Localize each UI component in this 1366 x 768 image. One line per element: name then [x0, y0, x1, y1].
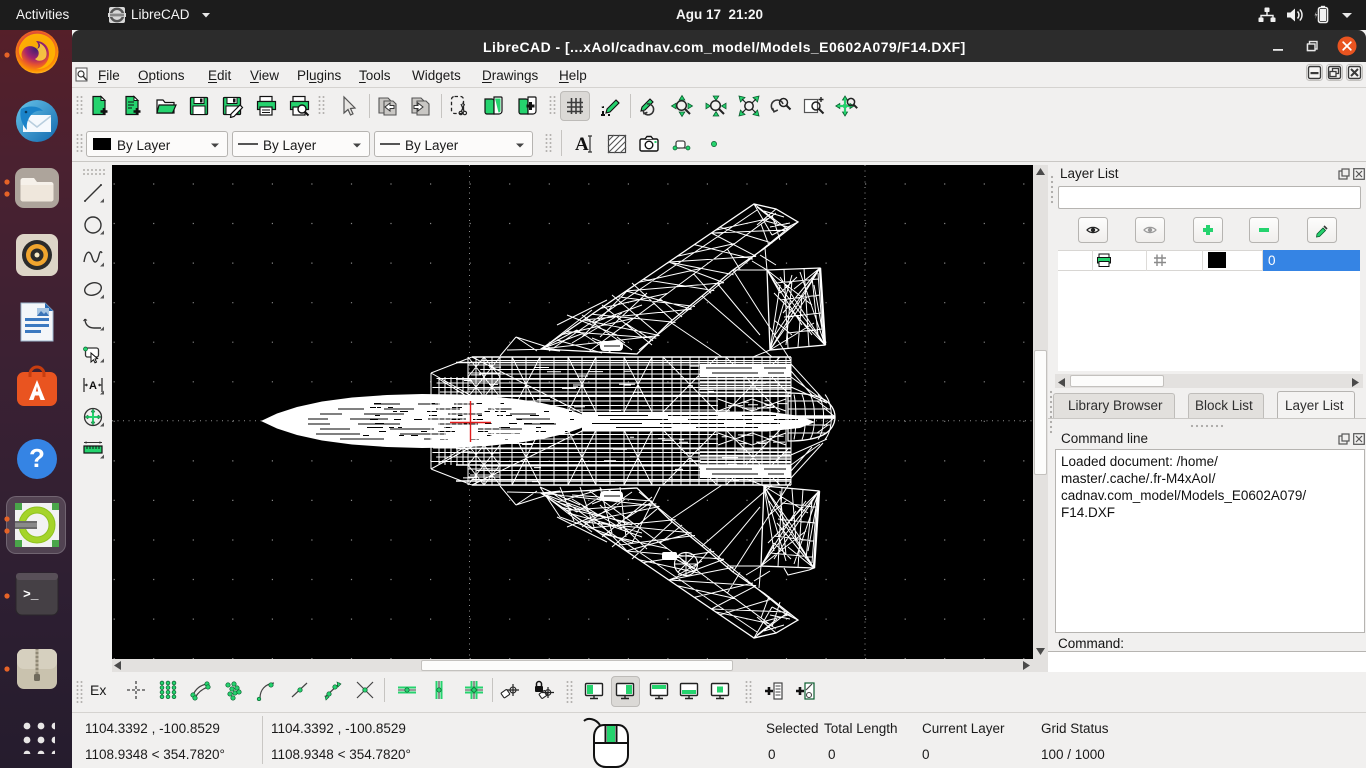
- svg-text:A: A: [575, 134, 589, 155]
- svg-text:A: A: [89, 380, 97, 392]
- svg-text:>_: >_: [23, 587, 39, 602]
- svg-text:?: ?: [29, 443, 45, 473]
